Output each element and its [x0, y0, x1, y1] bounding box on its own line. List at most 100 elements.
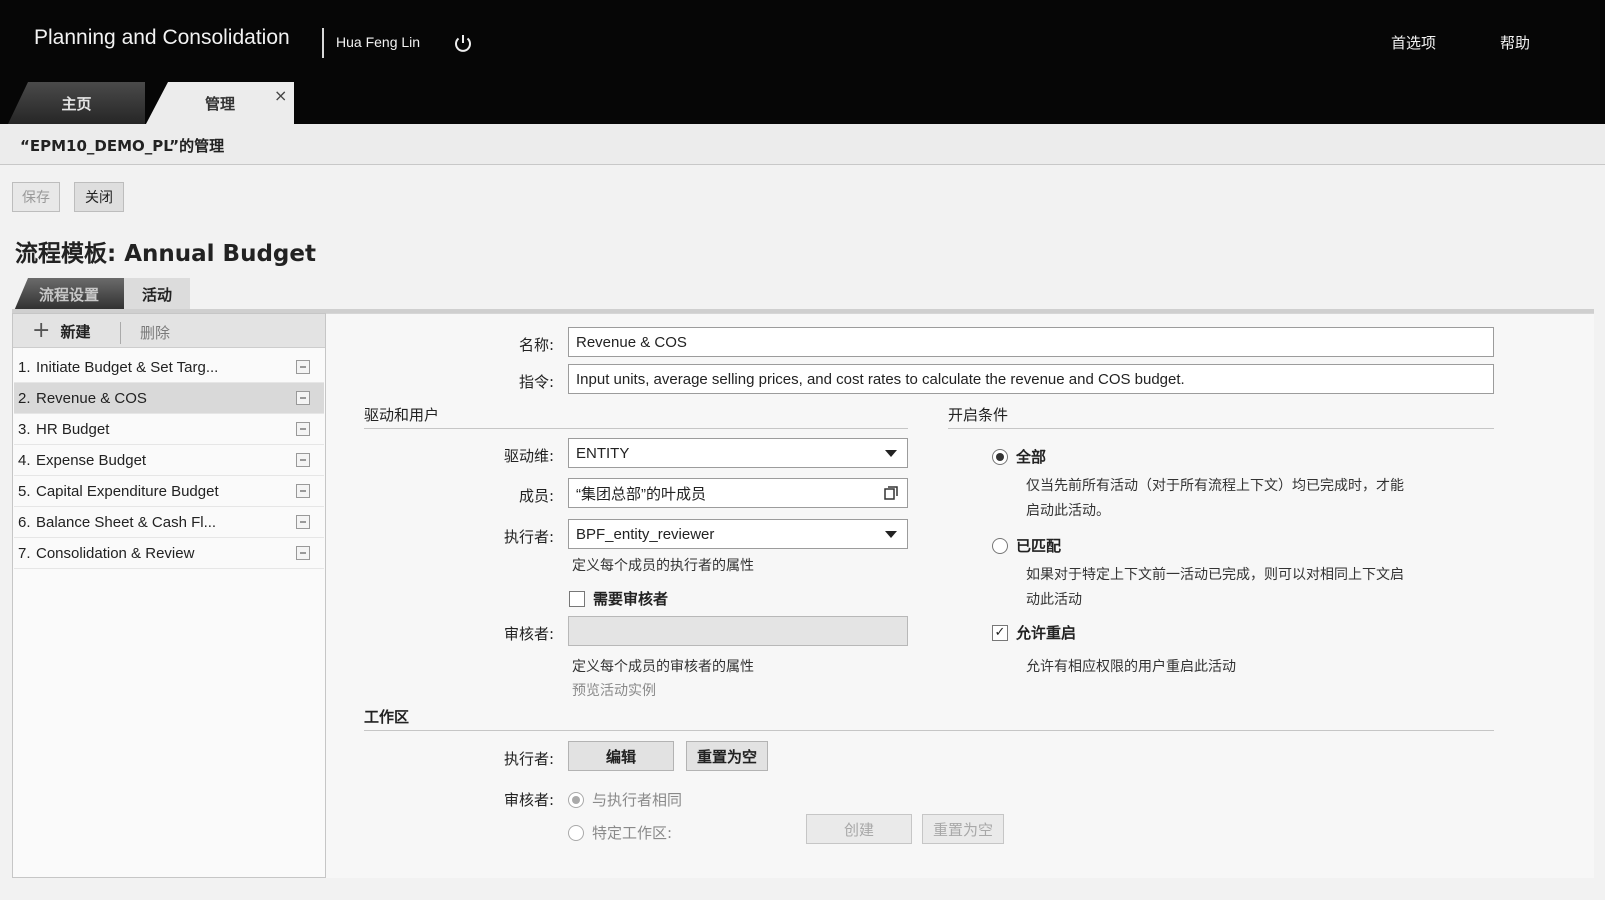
tab-activities-label: 活动 — [141, 286, 172, 304]
new-activity-label: 新建 — [60, 322, 91, 341]
open-all-option[interactable]: 全部 — [992, 446, 1046, 467]
chevron-down-icon — [885, 531, 897, 538]
edit-icon[interactable] — [296, 453, 310, 467]
activity-item[interactable]: 4. Expense Budget — [14, 445, 324, 476]
activity-number: 1. — [18, 358, 31, 376]
same-as-performer-radio — [568, 791, 584, 808]
help-link[interactable]: 帮助 — [1500, 32, 1530, 53]
page-title: 流程模板: Annual Budget — [15, 241, 316, 267]
title-separator — [322, 28, 324, 58]
activity-item[interactable]: 5. Capital Expenditure Budget — [14, 476, 324, 507]
allow-reopen-checkbox[interactable]: ✓ — [992, 624, 1008, 641]
reset-specific-workspace-button: 重置为空 — [922, 814, 1004, 844]
specific-workspace-radio — [568, 824, 584, 841]
preview-instances-link[interactable]: 预览活动实例 — [572, 680, 656, 700]
specific-workspace-option: 特定工作区: — [568, 822, 672, 843]
activity-number: 5. — [18, 482, 31, 500]
open-all-description: 仅当先前所有活动（对于所有流程上下文）均已完成时，才能 — [1026, 478, 1404, 494]
performer-label: 执行者: — [503, 528, 554, 546]
activity-label: HR Budget — [36, 420, 110, 438]
edit-icon[interactable] — [296, 360, 310, 374]
delete-activity-button[interactable]: 删除 — [140, 322, 170, 343]
create-workspace-button: 创建 — [806, 814, 912, 844]
section-divider — [948, 428, 1494, 429]
activity-item[interactable]: 1. Initiate Budget & Set Targ... — [14, 352, 324, 383]
activity-label: Capital Expenditure Budget — [36, 482, 219, 500]
driver-value: ENTITY — [576, 444, 630, 462]
open-all-label: 全部 — [1016, 448, 1047, 466]
new-activity-button[interactable]: + 新建 — [32, 320, 90, 342]
instruction-label: 指令: — [518, 373, 554, 391]
page-header — [0, 124, 1605, 165]
tab-home[interactable]: 主页 — [8, 82, 145, 124]
activity-number: 6. — [18, 513, 31, 531]
open-matched-description-2: 动此活动 — [1026, 592, 1082, 608]
name-label: 名称: — [518, 336, 554, 354]
plus-icon: + — [32, 318, 51, 343]
section-title-workspace: 工作区 — [364, 708, 410, 726]
tab-activities[interactable]: 活动 — [124, 278, 190, 311]
user-name: Hua Feng Lin — [336, 34, 421, 50]
instruction-input[interactable]: Input units, average selling prices, and… — [568, 364, 1494, 394]
toolbar-separator — [120, 322, 121, 344]
driver-dropdown[interactable]: ENTITY — [568, 438, 908, 468]
performer-hint: 定义每个成员的执行者的属性 — [572, 558, 754, 574]
save-button[interactable]: 保存 — [12, 182, 60, 212]
allow-reopen-option[interactable]: ✓ 允许重启 — [992, 622, 1076, 643]
tab-process-settings[interactable]: 流程设置 — [14, 278, 124, 311]
section-divider — [364, 730, 1494, 731]
activity-item[interactable]: 3. HR Budget — [14, 414, 324, 445]
reset-workspace-button[interactable]: 重置为空 — [686, 741, 768, 771]
reviewer-label: 审核者: — [503, 625, 554, 643]
activity-item-selected[interactable]: 2. Revenue & COS — [14, 383, 324, 414]
reviewer-input — [568, 616, 908, 646]
specific-workspace-label: 特定工作区: — [592, 824, 673, 842]
same-as-performer-option: 与执行者相同 — [568, 789, 682, 810]
section-divider — [364, 428, 908, 429]
open-matched-description: 如果对于特定上下文前一活动已完成，则可以对相同上下文启 — [1026, 567, 1404, 583]
tab-admin-label: 管理 — [204, 94, 235, 113]
require-reviewer-checkbox-row[interactable]: 需要审核者 — [569, 588, 668, 609]
edit-icon[interactable] — [296, 422, 310, 436]
driver-label: 驱动维: — [503, 447, 554, 465]
edit-icon[interactable] — [296, 546, 310, 560]
activity-number: 3. — [18, 420, 31, 438]
require-reviewer-checkbox[interactable] — [569, 590, 585, 607]
allow-reopen-description: 允许有相应权限的用户重启此活动 — [1026, 659, 1236, 675]
chevron-down-icon — [885, 450, 897, 457]
activity-label: Initiate Budget & Set Targ... — [36, 358, 219, 376]
activity-item[interactable]: 6. Balance Sheet & Cash Fl... — [14, 507, 324, 538]
activity-number: 7. — [18, 544, 31, 562]
workspace-performer-label: 执行者: — [503, 750, 554, 768]
close-button[interactable]: 关闭 — [74, 182, 124, 212]
page-header-title: “EPM10_DEMO_PL”的管理 — [20, 137, 225, 155]
open-all-radio[interactable] — [992, 448, 1008, 465]
activity-label: Balance Sheet & Cash Fl... — [36, 513, 217, 531]
edit-icon[interactable] — [296, 484, 310, 498]
activity-number: 4. — [18, 451, 31, 469]
power-icon[interactable] — [452, 32, 474, 54]
edit-icon[interactable] — [296, 391, 310, 405]
performer-value: BPF_entity_reviewer — [576, 525, 715, 543]
performer-dropdown[interactable]: BPF_entity_reviewer — [568, 519, 908, 549]
edit-icon[interactable] — [296, 515, 310, 529]
tab-admin[interactable]: 管理 — [146, 82, 294, 124]
open-matched-radio[interactable] — [992, 537, 1008, 554]
open-all-description-2: 启动此活动。 — [1026, 503, 1110, 519]
name-input[interactable]: Revenue & COS — [568, 327, 1494, 357]
close-tab-icon[interactable]: × — [274, 86, 287, 105]
member-input[interactable]: “集团总部”的叶成员 — [568, 478, 908, 508]
section-title-context: 驱动和用户 — [364, 406, 440, 424]
open-matched-option[interactable]: 已匹配 — [992, 535, 1061, 556]
activity-item[interactable]: 7. Consolidation & Review — [14, 538, 324, 569]
open-matched-label: 已匹配 — [1016, 537, 1062, 555]
edit-workspace-button[interactable]: 编辑 — [568, 741, 674, 771]
app-window: Planning and Consolidation Hua Feng Lin … — [0, 0, 1605, 900]
activity-label: Revenue & COS — [36, 389, 147, 407]
member-label: 成员: — [518, 487, 554, 505]
tab-process-settings-label: 流程设置 — [38, 286, 99, 304]
copy-icon[interactable] — [883, 485, 899, 505]
same-as-performer-label: 与执行者相同 — [592, 791, 683, 809]
preferences-link[interactable]: 首选项 — [1391, 32, 1436, 53]
require-reviewer-label: 需要审核者 — [593, 590, 669, 608]
